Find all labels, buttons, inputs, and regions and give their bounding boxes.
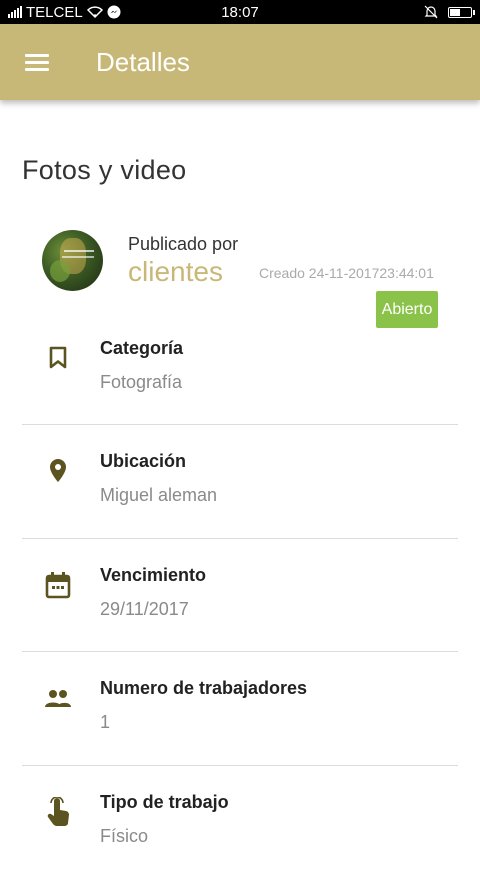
publisher-name: clientes: [128, 256, 223, 287]
detail-row-work-type: Tipo de trabajo Físico: [22, 780, 458, 893]
detail-label: Vencimiento: [100, 565, 207, 585]
detail-label: Categoría: [100, 338, 184, 358]
avatar: [42, 230, 103, 291]
location-pin-icon: [42, 455, 74, 487]
detail-row-category: Categoría Fotografía: [22, 326, 458, 439]
detail-label: Tipo de trabajo: [100, 792, 229, 812]
divider: [22, 424, 458, 425]
touch-hand-icon: [42, 796, 74, 828]
detail-row-workers: Numero de trabajadores 1: [22, 666, 458, 779]
signal-icon: [8, 6, 22, 18]
detail-label: Numero de trabajadores: [100, 678, 308, 698]
divider: [22, 651, 458, 652]
calendar-icon: [42, 569, 74, 601]
carrier-label: TELCEL: [26, 3, 83, 21]
detail-value: Fotografía: [100, 372, 183, 392]
status-bar: TELCEL 18:07: [0, 0, 480, 24]
wifi-icon: [86, 6, 103, 18]
divider: [22, 765, 458, 766]
published-by-label: Publicado por: [128, 234, 239, 254]
detail-label: Ubicación: [100, 451, 187, 471]
detail-value: 29/11/2017: [100, 599, 189, 619]
people-icon: [42, 682, 74, 714]
detail-row-expiration: Vencimiento 29/11/2017: [22, 553, 458, 666]
section-title: Fotos y video: [22, 155, 187, 185]
created-timestamp: Creado 24-11-201723:44:01: [259, 265, 434, 281]
bookmark-icon: [42, 342, 74, 374]
detail-value: Físico: [100, 826, 149, 846]
alarm-off-icon: [424, 5, 438, 19]
hamburger-menu-icon[interactable]: [0, 24, 74, 100]
messenger-icon: [107, 5, 121, 19]
detail-value: 1: [100, 712, 111, 732]
detail-value: Miguel aleman: [100, 485, 218, 505]
divider: [22, 538, 458, 539]
status-badge: Abierto: [376, 291, 438, 328]
battery-icon: [448, 6, 475, 18]
app-bar: Detalles: [0, 24, 480, 100]
page-title: Detalles: [96, 46, 190, 77]
detail-row-location: Ubicación Miguel aleman: [22, 439, 458, 552]
